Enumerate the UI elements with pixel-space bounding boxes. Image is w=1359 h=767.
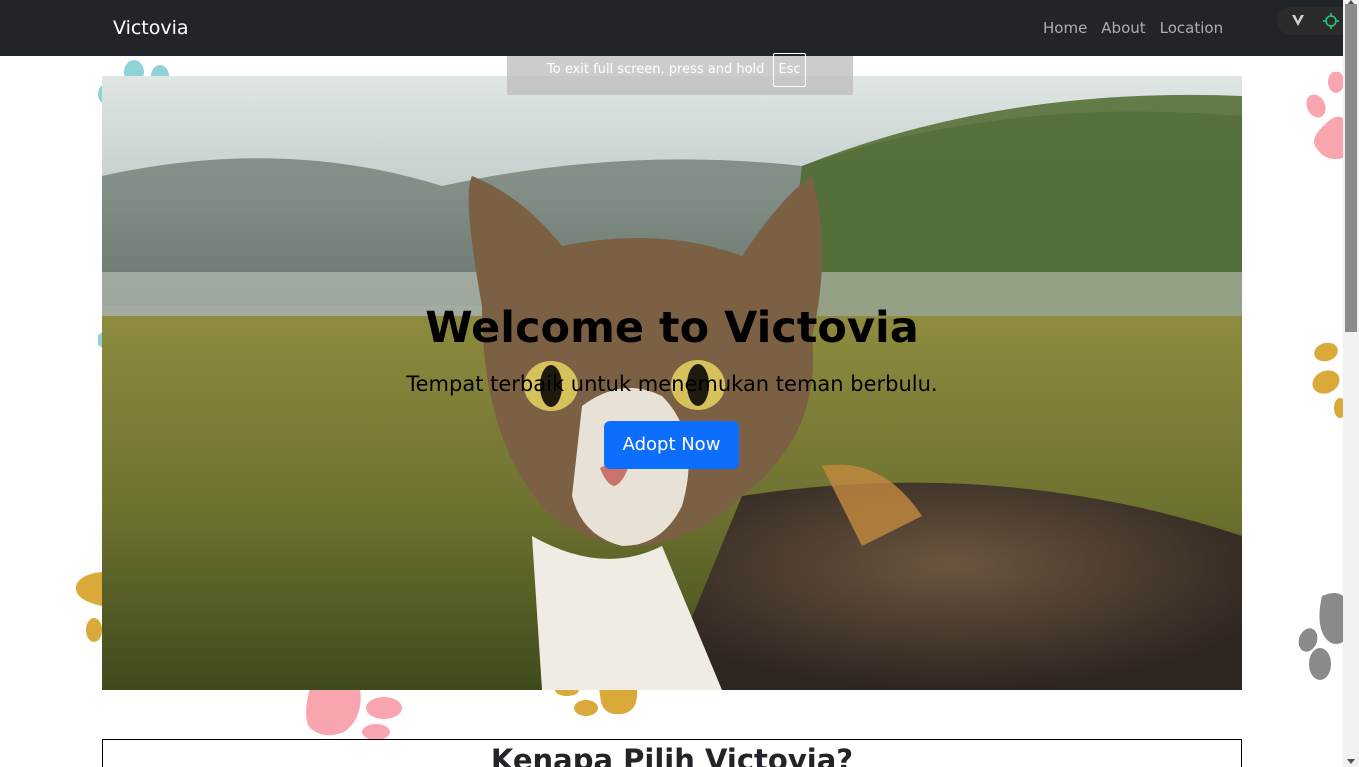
esc-key-badge: Esc — [773, 53, 806, 87]
target-icon[interactable] — [1323, 13, 1339, 33]
hero-title: Welcome to Victovia — [425, 303, 919, 353]
nav-link-home[interactable]: Home — [1036, 18, 1094, 38]
hero-subtitle: Tempat terbaik untuk menemukan teman ber… — [406, 372, 938, 396]
why-section: Kenapa Pilih Victovia? — [102, 739, 1242, 767]
nav-link-location[interactable]: Location — [1153, 18, 1230, 38]
adopt-now-button[interactable]: Adopt Now — [604, 421, 739, 469]
paw-print-icon — [1312, 342, 1343, 418]
paw-print-icon — [555, 688, 638, 716]
scroll-down-arrow-icon[interactable] — [1347, 759, 1355, 764]
navbar: Victovia Home About Location — [0, 0, 1343, 56]
fullscreen-notice-text: To exit full screen, press and hold — [547, 62, 765, 77]
vivaldi-v-icon[interactable] — [1290, 12, 1306, 32]
paw-print-icon — [75, 572, 102, 642]
paw-print-icon — [306, 688, 402, 740]
nav-links: Home About Location — [1036, 18, 1230, 38]
fullscreen-exit-notice: To exit full screen, press and hold Esc — [507, 53, 853, 95]
paw-print-icon — [1298, 593, 1343, 680]
scrollbar-thumb[interactable] — [1345, 4, 1357, 332]
browser-extension-pill — [1277, 7, 1343, 35]
paw-print-icon — [1306, 72, 1343, 159]
why-section-title: Kenapa Pilih Victovia? — [490, 743, 854, 767]
nav-link-about[interactable]: About — [1094, 18, 1152, 38]
brand-logo-link[interactable]: Victovia — [113, 16, 189, 40]
hero-banner: Welcome to Victovia Tempat terbaik untuk… — [102, 76, 1242, 690]
vertical-scrollbar[interactable] — [1343, 0, 1359, 767]
